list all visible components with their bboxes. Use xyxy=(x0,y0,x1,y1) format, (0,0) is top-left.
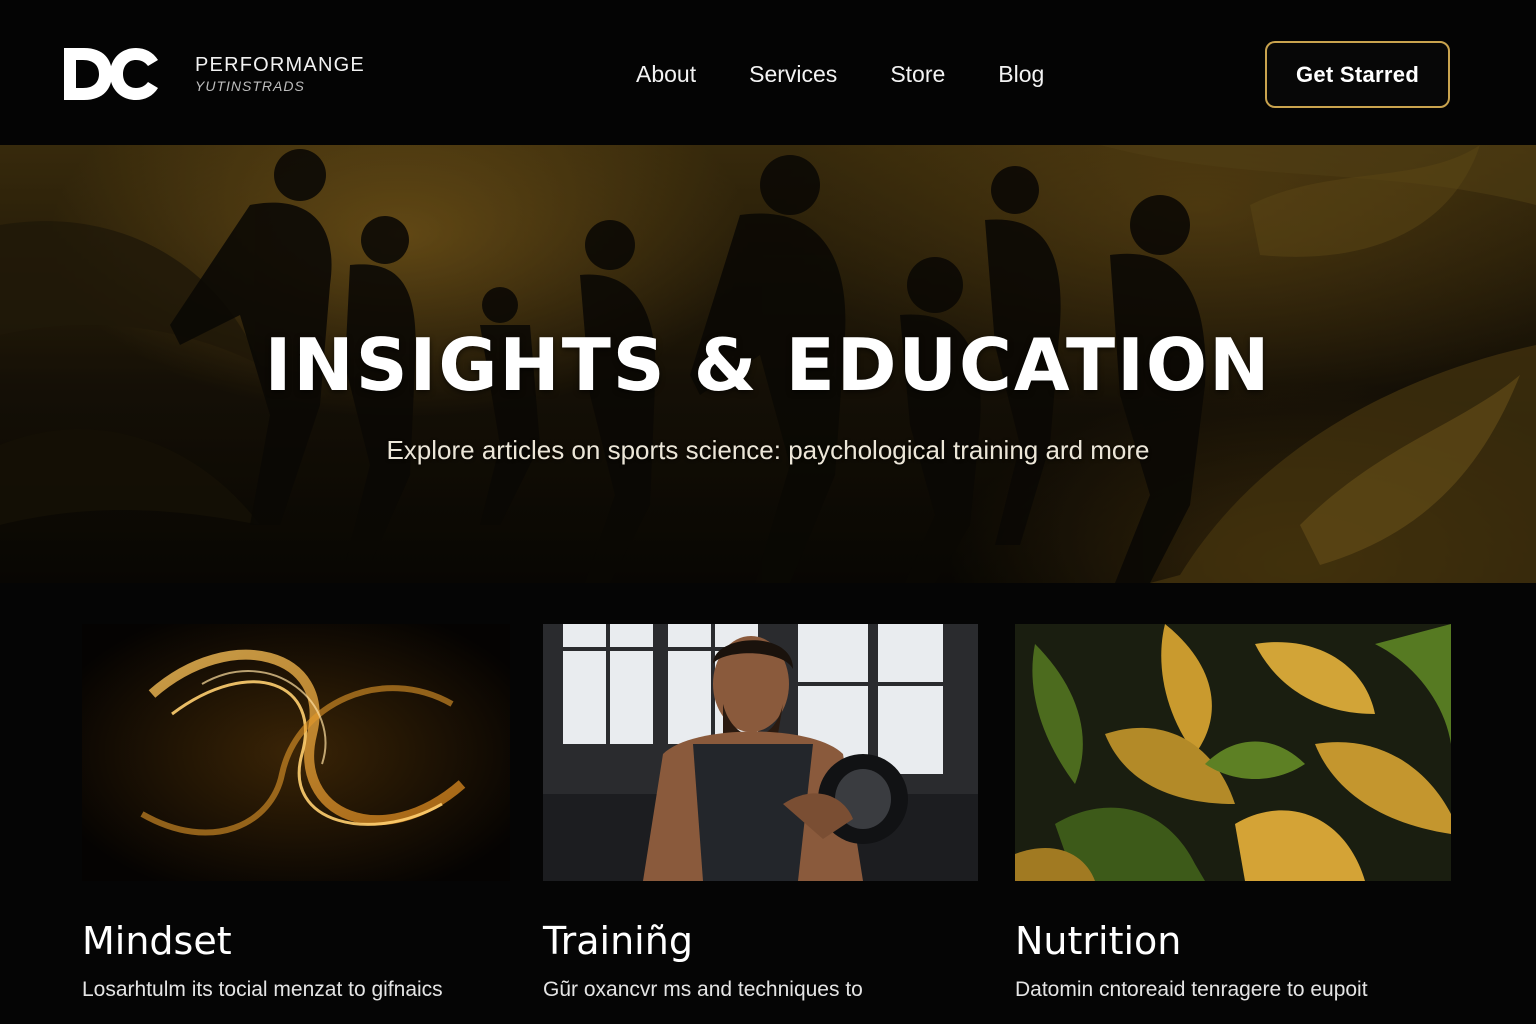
card-training[interactable]: Trainiñg Gũr oxancvr ms and techniques t… xyxy=(543,624,978,1003)
main-nav: About Services Store Blog xyxy=(636,60,1044,88)
card-text-nutrition: Datomin cntoreaid tenragere to eupoit xyxy=(1015,978,1368,1001)
hero-title: INSIGHTS & EDUCATION xyxy=(264,323,1272,407)
nav-link-store[interactable]: Store xyxy=(890,60,945,88)
brand-name: PERFORMANGE xyxy=(195,54,365,76)
dc-logo-icon[interactable] xyxy=(60,44,160,104)
card-title-training[interactable]: Trainiñg xyxy=(543,919,978,963)
get-started-button[interactable]: Get Starred xyxy=(1265,41,1450,108)
hero-subtitle: Explore articles on sports science: payc… xyxy=(386,435,1150,465)
site-header: PERFORMANGE YUTINSTRADS About Services S… xyxy=(0,0,1536,145)
brand-tagline: YUTINSTRADS xyxy=(195,78,305,94)
nutrition-leaves-image[interactable] xyxy=(1015,624,1451,881)
training-athlete-image[interactable] xyxy=(543,624,978,881)
card-title-mindset[interactable]: Mindset xyxy=(82,919,510,963)
card-mindset[interactable]: Mindset Losarhtulm its tocial menzat to … xyxy=(82,624,510,1003)
nav-link-blog[interactable]: Blog xyxy=(998,60,1044,88)
card-title-nutrition[interactable]: Nutrition xyxy=(1015,919,1451,963)
nav-link-about[interactable]: About xyxy=(636,60,696,88)
card-text-mindset: Losarhtulm its tocial menzat to gifnaics xyxy=(82,978,443,1001)
card-text-training: Gũr oxancvr ms and techniques to xyxy=(543,978,863,1001)
card-nutrition[interactable]: Nutrition Datomin cntoreaid tenragere to… xyxy=(1015,624,1451,1003)
mindset-swirl-image[interactable] xyxy=(82,624,510,881)
nav-link-services[interactable]: Services xyxy=(749,60,837,88)
hero-banner: INSIGHTS & EDUCATION Explore articles on… xyxy=(0,145,1536,583)
brand-block: PERFORMANGE YUTINSTRADS xyxy=(195,54,365,94)
